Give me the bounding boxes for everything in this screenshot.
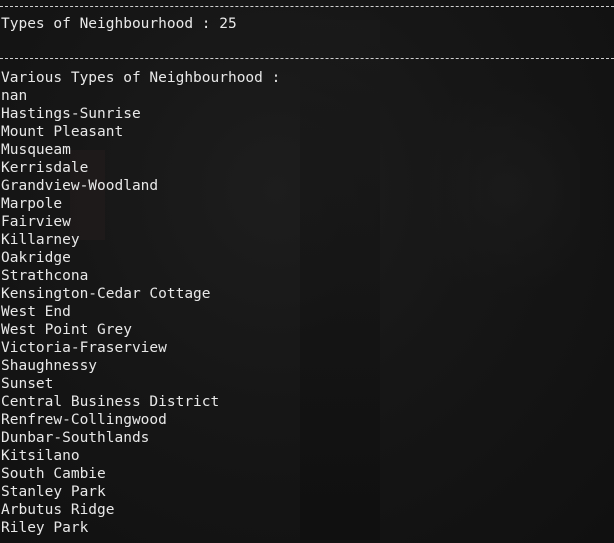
list-item: Central Business District — [1, 394, 220, 410]
list-item: Musqueam — [1, 142, 71, 158]
list-item: Kitsilano — [1, 448, 80, 464]
list-item: Strathcona — [1, 268, 89, 284]
list-item: Sunset — [1, 376, 54, 392]
list-item: Dunbar-Southlands — [1, 430, 150, 446]
list-item: West Point Grey — [1, 322, 132, 338]
list-item: Riley Park — [1, 520, 89, 536]
list-item: Renfrew-Collingwood — [1, 412, 167, 428]
list-item: Shaughnessy — [1, 358, 98, 374]
list-item: Victoria-Fraserview — [1, 340, 167, 356]
terminal-window[interactable]: Types of Neighbourhood : 25 Various Type… — [0, 0, 614, 543]
list-item: Hastings-Sunrise — [1, 106, 141, 122]
list-item: Marpole — [1, 196, 63, 212]
list-item: Stanley Park — [1, 484, 106, 500]
list-item: nan — [1, 88, 28, 104]
list-item: Killarney — [1, 232, 80, 248]
list-item: Oakridge — [1, 250, 71, 266]
list-item: West End — [1, 304, 71, 320]
list-item: Mount Pleasant — [1, 124, 124, 140]
list-item: Fairview — [1, 214, 71, 230]
list-item: South Cambie — [1, 466, 106, 482]
list-item: Kensington-Cedar Cottage — [1, 286, 211, 302]
neighbourhood-list: nan Hastings-Sunrise Mount Pleasant Musquea… — [0, 0, 614, 543]
list-item: Arbutus Ridge — [1, 502, 115, 518]
list-item: Grandview-Woodland — [1, 178, 159, 194]
list-item: Kerrisdale — [1, 160, 89, 176]
